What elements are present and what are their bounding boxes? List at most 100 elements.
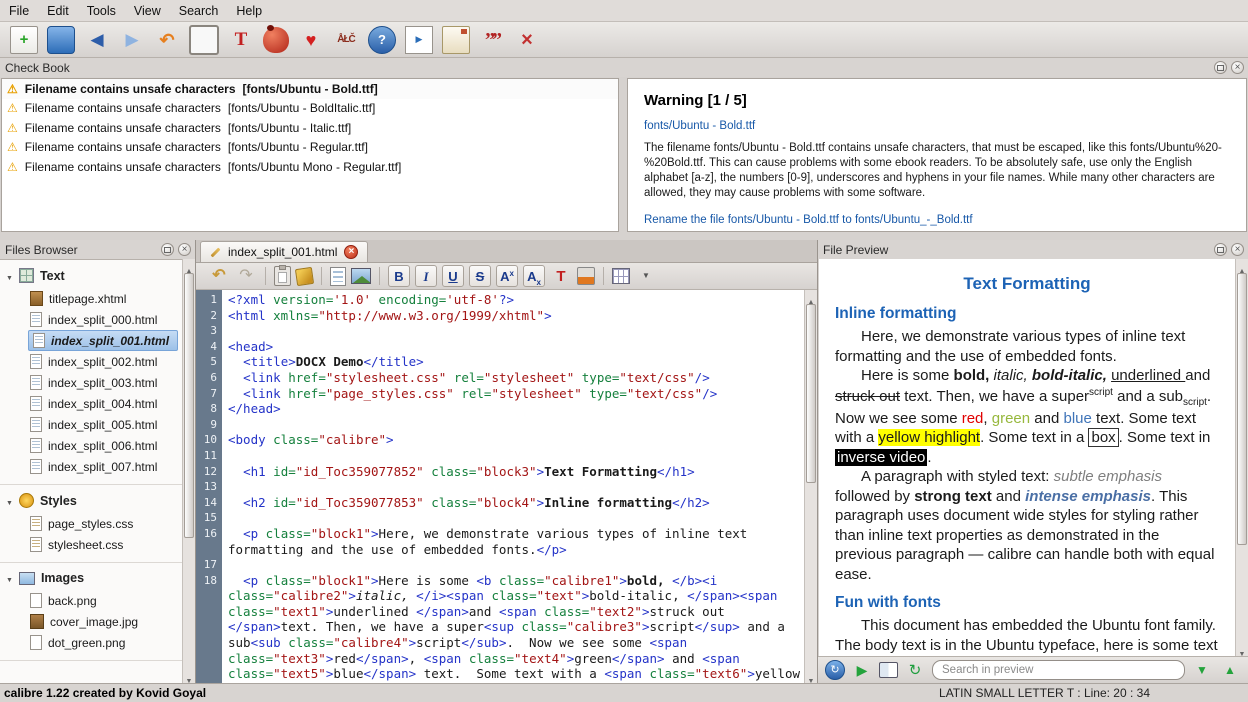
manage-fonts-icon[interactable]: ÅŁČ [333, 27, 359, 53]
warning-file-link[interactable]: fonts/Ubuntu - Bold.ttf [644, 120, 1230, 132]
code-line[interactable]: 18 <p class="block1">Here is some <b cla… [196, 573, 803, 683]
insert-tag-icon[interactable] [612, 268, 630, 284]
code-line[interactable]: 8</head> [196, 401, 803, 417]
background-color-icon[interactable] [577, 267, 595, 285]
menu-search[interactable]: Search [170, 2, 228, 20]
scroll-down-arrow-icon[interactable] [183, 670, 195, 682]
insert-rule-icon[interactable] [330, 267, 346, 286]
strikethrough-button[interactable]: S [469, 265, 491, 287]
pretty-print-icon[interactable] [295, 266, 314, 285]
open-ebook-icon[interactable] [47, 26, 75, 54]
files-scrollbar[interactable] [182, 259, 195, 683]
check-issue-row[interactable]: Filename contains unsafe characters[font… [2, 157, 618, 177]
check-issue-row[interactable]: Filename contains unsafe characters[font… [2, 99, 618, 119]
float-panel-button[interactable] [1214, 243, 1227, 256]
code-editor[interactable]: 1<?xml version='1.0' encoding='utf-8'?>2… [196, 290, 817, 683]
file-item[interactable]: page_styles.css [0, 513, 182, 534]
find-previous-icon[interactable]: ▲ [1219, 658, 1241, 682]
collapse-arrow-icon[interactable] [6, 269, 13, 283]
redo-icon[interactable]: ↷ [235, 264, 257, 288]
section-header-styles[interactable]: Styles [0, 488, 182, 513]
section-header-text[interactable]: Text [0, 263, 182, 288]
remove-unused-css-icon[interactable]: × [514, 27, 540, 53]
run-preview-icon[interactable]: ▶ [851, 658, 873, 682]
file-item[interactable]: index_split_000.html [0, 309, 182, 330]
scroll-up-arrow-icon[interactable] [805, 291, 817, 303]
collapse-arrow-icon[interactable] [6, 494, 13, 508]
float-panel-button[interactable] [161, 243, 174, 256]
subscript-button[interactable]: A [523, 265, 545, 287]
editor-scrollbar[interactable] [804, 290, 817, 683]
insert-image-icon[interactable] [351, 268, 371, 284]
smarten-punctuation-icon[interactable]: ”” [479, 27, 505, 53]
close-panel-button[interactable] [1231, 61, 1244, 74]
code-line[interactable]: 6 <link href="stylesheet.css" rel="style… [196, 370, 803, 386]
file-item[interactable]: index_split_003.html [0, 372, 182, 393]
code-line[interactable]: 5 <title>DOCX Demo</title> [196, 354, 803, 370]
donate-icon[interactable]: ♥ [298, 27, 324, 53]
set-semantics-icon[interactable]: T [228, 27, 254, 53]
code-line[interactable]: 4<head> [196, 339, 803, 355]
tab-index-split-001[interactable]: index_split_001.html [200, 241, 368, 262]
preview-search-input[interactable] [932, 660, 1185, 680]
code-line[interactable]: 17 [196, 557, 803, 573]
file-item[interactable]: index_split_005.html [0, 414, 182, 435]
file-item[interactable]: stylesheet.css [0, 534, 182, 555]
font-color-button[interactable]: T [550, 264, 572, 288]
back-icon[interactable]: ◀ [84, 27, 110, 53]
auto-reload-icon[interactable]: ↻ [825, 660, 845, 680]
scroll-up-arrow-icon[interactable] [183, 260, 195, 272]
italic-button[interactable]: I [415, 265, 437, 287]
underline-button[interactable]: U [442, 265, 464, 287]
code-line[interactable]: 14 <h2 id="id_Toc359077853" class="block… [196, 495, 803, 511]
menu-help[interactable]: Help [227, 2, 271, 20]
close-panel-button[interactable] [1231, 243, 1244, 256]
code-line[interactable]: 9 [196, 417, 803, 433]
paste-icon[interactable] [274, 266, 291, 286]
scroll-down-arrow-icon[interactable] [805, 670, 817, 682]
check-book-icon[interactable] [263, 27, 289, 53]
close-tab-icon[interactable] [344, 245, 358, 259]
warning-fix-link[interactable]: Rename the file fonts/Ubuntu - Bold.ttf … [644, 214, 1230, 226]
file-item[interactable]: cover_image.jpg [0, 611, 182, 632]
undo-icon[interactable]: ↶ [154, 27, 180, 53]
collapse-arrow-icon[interactable] [6, 571, 13, 585]
toolbar-overflow-icon[interactable]: ▼ [635, 264, 657, 288]
menu-view[interactable]: View [125, 2, 170, 20]
check-issue-row[interactable]: Filename contains unsafe characters[font… [2, 118, 618, 138]
code-line[interactable]: 10<body class="calibre"> [196, 432, 803, 448]
code-line[interactable]: 2<html xmlns="http://www.w3.org/1999/xht… [196, 308, 803, 324]
superscript-button[interactable]: A [496, 265, 518, 287]
code-line[interactable]: 11 [196, 448, 803, 464]
menu-edit[interactable]: Edit [38, 2, 78, 20]
bold-button[interactable]: B [388, 265, 410, 287]
section-header-images[interactable]: Images [0, 566, 182, 590]
file-item[interactable]: dot_green.png [0, 632, 182, 653]
menu-tools[interactable]: Tools [78, 2, 125, 20]
code-line[interactable]: 7 <link href="page_styles.css" rel="styl… [196, 386, 803, 402]
device-preview-icon[interactable] [189, 25, 219, 55]
scroll-thumb[interactable] [184, 273, 194, 538]
launch-viewer-icon[interactable]: ▶ [405, 26, 433, 54]
menu-file[interactable]: File [0, 2, 38, 20]
file-item[interactable]: index_split_004.html [0, 393, 182, 414]
help-icon[interactable]: ? [368, 26, 396, 54]
close-panel-button[interactable] [178, 243, 191, 256]
new-file-icon[interactable]: + [10, 26, 38, 54]
undo-icon[interactable]: ↶ [208, 264, 230, 288]
code-line[interactable]: 3 [196, 323, 803, 339]
open-in-viewer-icon[interactable] [879, 662, 898, 678]
refresh-preview-icon[interactable]: ↻ [904, 658, 926, 682]
code-line[interactable]: 16 <p class="block1">Here, we demonstrat… [196, 526, 803, 557]
file-item[interactable]: back.png [0, 590, 182, 611]
arrange-files-icon[interactable] [442, 26, 470, 54]
forward-icon[interactable]: ▶ [119, 27, 145, 53]
file-item[interactable]: index_split_006.html [0, 435, 182, 456]
scroll-down-arrow-icon[interactable] [1236, 643, 1248, 655]
file-item[interactable]: index_split_007.html [0, 456, 182, 477]
scroll-up-arrow-icon[interactable] [1236, 260, 1248, 272]
file-item[interactable]: index_split_002.html [0, 351, 182, 372]
scroll-thumb[interactable] [1237, 273, 1247, 545]
code-line[interactable]: 15 [196, 510, 803, 526]
scroll-thumb[interactable] [806, 304, 816, 483]
